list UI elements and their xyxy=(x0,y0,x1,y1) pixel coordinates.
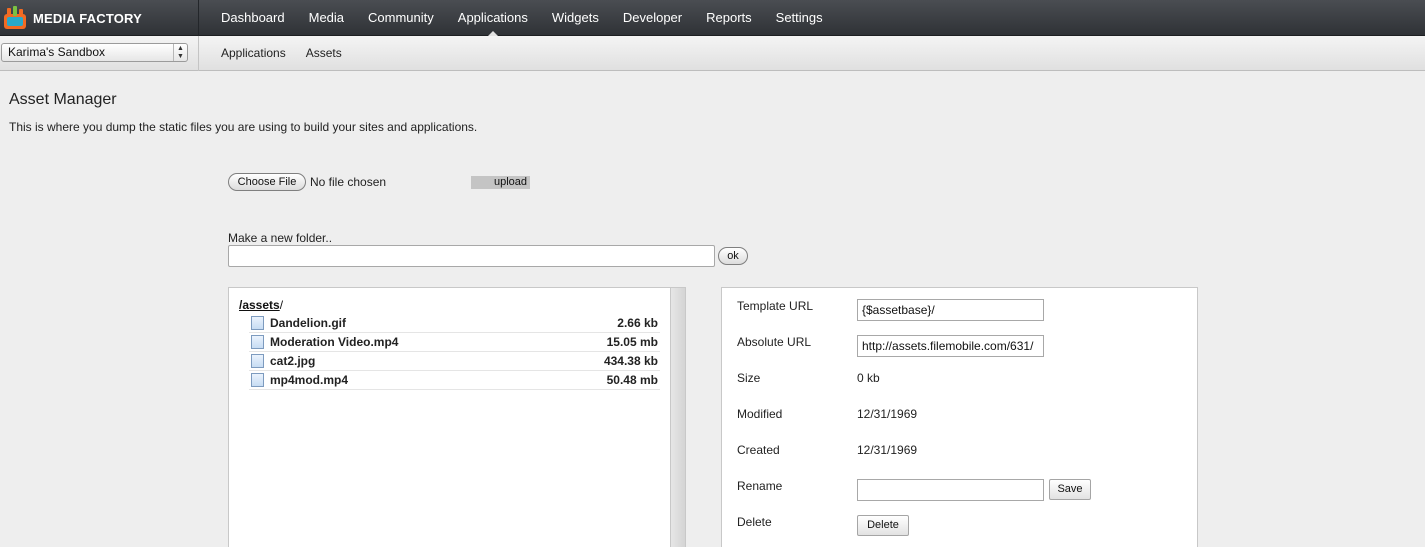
tree-root-path: /assets/ xyxy=(239,298,283,312)
size-value: 0 kb xyxy=(857,371,880,385)
file-icon xyxy=(251,373,264,387)
nav-media[interactable]: Media xyxy=(297,0,356,36)
file-name: cat2.jpg xyxy=(270,354,316,368)
file-name: Moderation Video.mp4 xyxy=(270,335,399,349)
asset-details-panel: Template URL {$assetbase}/ Absolute URL … xyxy=(721,287,1198,547)
page-description: This is where you dump the static files … xyxy=(9,120,478,134)
delete-button[interactable]: Delete xyxy=(857,515,909,536)
template-url-label: Template URL xyxy=(737,299,814,313)
nav-community[interactable]: Community xyxy=(356,0,446,36)
nav-reports[interactable]: Reports xyxy=(694,0,764,36)
file-tree-panel: /assets/ Dandelion.gif 2.66 kb Moderatio… xyxy=(228,287,671,547)
delete-label: Delete xyxy=(737,515,772,529)
absolute-url-label: Absolute URL xyxy=(737,335,812,349)
modified-label: Modified xyxy=(737,407,783,421)
modified-value: 12/31/1969 xyxy=(857,407,918,421)
new-folder-input[interactable] xyxy=(228,245,715,267)
file-icon xyxy=(251,335,264,349)
file-row[interactable]: cat2.jpg 434.38 kb xyxy=(249,352,660,371)
page-title: Asset Manager xyxy=(9,91,117,108)
site-select-value: Karima's Sandbox xyxy=(8,45,106,59)
file-name: Dandelion.gif xyxy=(270,316,346,330)
file-row[interactable]: Moderation Video.mp4 15.05 mb xyxy=(249,333,660,352)
nav-dashboard[interactable]: Dashboard xyxy=(200,0,297,36)
file-size: 2.66 kb xyxy=(617,316,658,330)
file-status: No file chosen xyxy=(310,175,387,189)
main-navigation: Dashboard Media Community Applications W… xyxy=(200,0,835,36)
file-tree-scrollbar[interactable] xyxy=(671,287,686,547)
subnav-assets[interactable]: Assets xyxy=(296,36,352,71)
template-url-field[interactable]: {$assetbase}/ xyxy=(857,299,1044,321)
create-folder-button[interactable]: ok xyxy=(718,247,748,265)
file-size: 15.05 mb xyxy=(606,335,658,349)
absolute-url-field[interactable]: http://assets.filemobile.com/631/ xyxy=(857,335,1044,357)
file-size: 434.38 kb xyxy=(603,354,658,368)
site-select-container: Karima's Sandbox ▲ ▼ xyxy=(0,36,199,71)
file-name: mp4mod.mp4 xyxy=(270,373,349,387)
brand[interactable]: MEDIA FACTORY xyxy=(0,0,199,36)
file-row[interactable]: Dandelion.gif 2.66 kb xyxy=(249,314,660,333)
nav-developer[interactable]: Developer xyxy=(611,0,694,36)
root-path-suffix: / xyxy=(279,298,284,312)
created-value: 12/31/1969 xyxy=(857,443,918,457)
choose-file-button[interactable]: Choose File xyxy=(228,173,306,191)
upload-button[interactable]: upload xyxy=(471,176,530,189)
sub-navigation: Applications Assets xyxy=(200,36,352,71)
nav-applications[interactable]: Applications xyxy=(446,0,540,36)
media-factory-logo-icon xyxy=(4,6,26,29)
file-size: 50.48 mb xyxy=(606,373,658,387)
brand-name: MEDIA FACTORY xyxy=(33,11,143,26)
rename-input[interactable] xyxy=(857,479,1044,501)
file-row[interactable]: mp4mod.mp4 50.48 mb xyxy=(249,371,660,390)
rename-label: Rename xyxy=(737,479,783,493)
nav-widgets[interactable]: Widgets xyxy=(540,0,611,36)
file-list: Dandelion.gif 2.66 kb Moderation Video.m… xyxy=(249,314,660,390)
top-navigation-bar: MEDIA FACTORY Dashboard Media Community … xyxy=(0,0,1425,36)
new-folder-label: Make a new folder.. xyxy=(228,231,333,245)
file-icon xyxy=(251,316,264,330)
created-label: Created xyxy=(737,443,780,457)
assets-root-link[interactable]: /assets xyxy=(239,298,280,312)
save-button[interactable]: Save xyxy=(1049,479,1091,500)
file-icon xyxy=(251,354,264,368)
nav-settings[interactable]: Settings xyxy=(764,0,835,36)
size-label: Size xyxy=(737,371,761,385)
sub-navigation-bar: Karima's Sandbox ▲ ▼ Applications Assets xyxy=(0,36,1425,71)
site-select[interactable]: Karima's Sandbox ▲ ▼ xyxy=(1,43,188,62)
updown-arrows-icon: ▲ ▼ xyxy=(173,44,187,61)
subnav-applications[interactable]: Applications xyxy=(200,36,296,71)
